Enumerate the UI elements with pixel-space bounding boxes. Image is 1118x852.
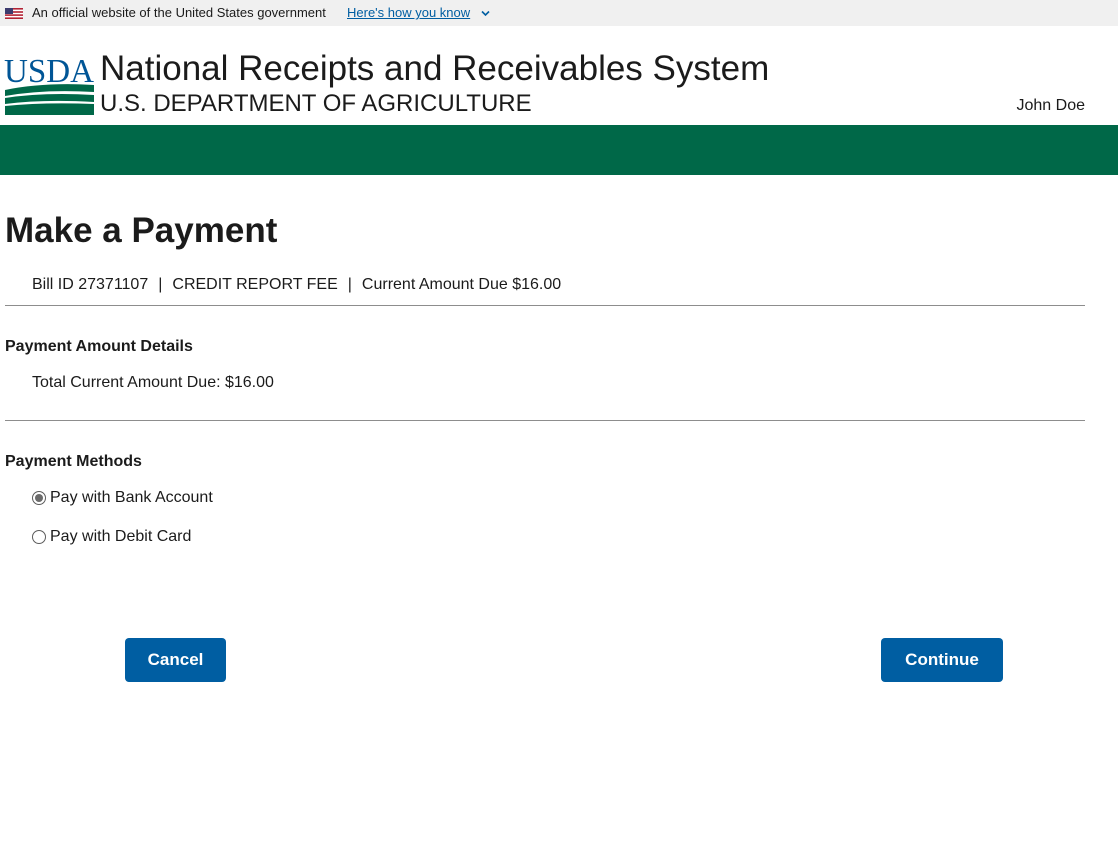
debit-card-label[interactable]: Pay with Debit Card [50, 526, 191, 548]
site-subtitle: U.S. DEPARTMENT OF AGRICULTURE [100, 90, 532, 117]
cancel-button[interactable]: Cancel [125, 638, 226, 682]
bill-summary: Bill ID 27371107 | CREDIT REPORT FEE | Curre… [32, 274, 561, 296]
site-title: National Receipts and Receivables System [100, 49, 770, 88]
separator: | [347, 276, 352, 293]
current-amount-due: Current Amount Due $16.00 [361, 276, 562, 293]
payment-amount-heading: Payment Amount Details [5, 338, 193, 355]
continue-button[interactable]: Continue [881, 638, 1003, 682]
bank-account-label[interactable]: Pay with Bank Account [50, 487, 213, 509]
debit-card-radio[interactable] [32, 530, 46, 544]
divider [5, 420, 1085, 421]
heres-how-you-know-link[interactable]: Here's how you know [347, 0, 470, 26]
divider [5, 305, 1085, 306]
bill-id: Bill ID 27371107 [32, 276, 149, 293]
nav-bar [0, 125, 1118, 175]
payment-methods-heading: Payment Methods [5, 453, 142, 470]
page-title: Make a Payment [5, 211, 278, 250]
bank-account-radio[interactable] [32, 491, 46, 505]
us-flag-icon [5, 8, 23, 19]
official-website-text: An official website of the United States… [32, 5, 326, 20]
gov-banner: An official website of the United States… [0, 0, 1118, 26]
separator: | [158, 276, 163, 293]
total-current-amount-due: Total Current Amount Due: $16.00 [32, 374, 274, 391]
usda-logo[interactable]: USDA [4, 52, 96, 116]
user-name[interactable]: John Doe [1017, 95, 1086, 117]
chevron-down-icon[interactable] [481, 10, 490, 17]
fee-type: CREDIT REPORT FEE [172, 276, 338, 293]
